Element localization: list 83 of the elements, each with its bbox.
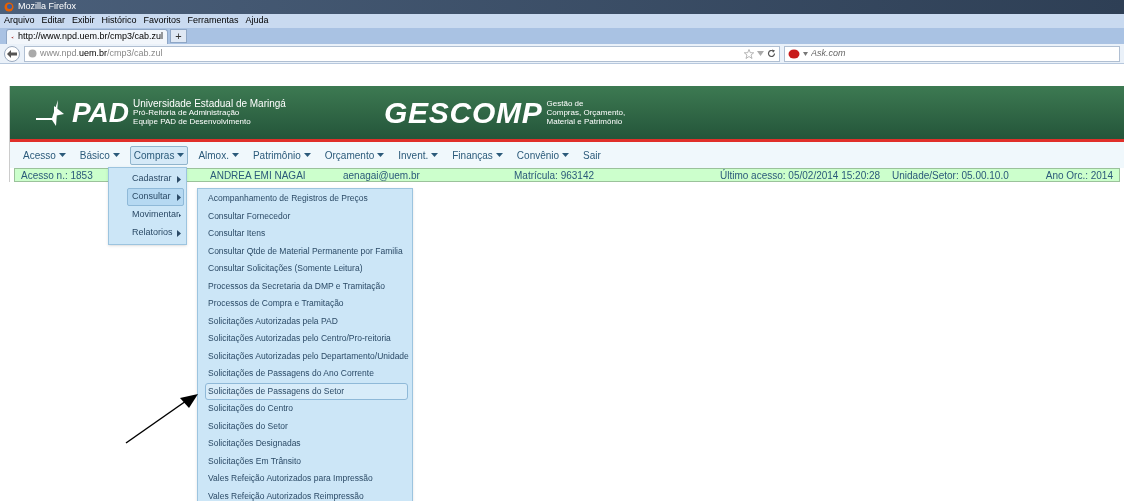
globe-icon bbox=[28, 49, 37, 58]
banner-text: Universidade Estadual de Maringá bbox=[133, 99, 286, 108]
submenu-item[interactable]: Consultar Itens bbox=[205, 225, 408, 243]
menu-item[interactable]: Histórico bbox=[101, 14, 137, 28]
caret-icon bbox=[431, 153, 439, 157]
menu-button[interactable]: Orçamento bbox=[320, 145, 389, 165]
search-input[interactable]: Ask.com bbox=[811, 46, 961, 61]
caret-icon bbox=[231, 153, 239, 157]
caret-right-icon bbox=[177, 193, 181, 201]
info-text: Acesso n.: 1853 bbox=[21, 168, 93, 183]
submenu-item[interactable]: Cadastrar bbox=[127, 170, 184, 188]
menu-item[interactable]: Ajuda bbox=[245, 14, 269, 28]
info-text: aenagai@uem.br bbox=[343, 168, 420, 183]
submenu-item[interactable]: Processos de Compra e Tramitação bbox=[205, 295, 408, 313]
menu-item[interactable]: Editar bbox=[41, 14, 66, 28]
caret-right-icon bbox=[177, 175, 181, 183]
caret-icon bbox=[58, 153, 66, 157]
caret-icon bbox=[177, 153, 185, 157]
submenu-item[interactable]: Solicitações Designadas bbox=[205, 435, 408, 453]
submenu-item[interactable]: Processos da Secretaria da DMP e Tramitação bbox=[205, 277, 408, 295]
submenu-item[interactable]: Acompanhamento de Registros de Preços bbox=[205, 190, 408, 208]
caret-icon bbox=[303, 153, 311, 157]
menu-item[interactable]: Exibir bbox=[72, 14, 95, 28]
menu-item[interactable]: Favoritos bbox=[143, 14, 181, 28]
menu-button[interactable]: Patrimônio bbox=[248, 145, 315, 165]
info-text: Unidade/Setor: 05.00.10.0 bbox=[892, 168, 1009, 183]
window-title: Mozilla Firefox bbox=[18, 0, 76, 14]
ask-logo-icon bbox=[788, 48, 800, 59]
submenu-item[interactable]: Relatorios bbox=[127, 224, 184, 242]
submenu-item[interactable]: Movimentar bbox=[127, 206, 184, 224]
info-text: Ano Orc.: 2014 bbox=[1045, 168, 1113, 183]
info-text: Último acesso: 05/02/2014 15:20:28 bbox=[720, 168, 881, 183]
url-text: www.npd.uem.br/cmp3/cab.zul bbox=[40, 46, 163, 60]
menu-button[interactable]: Invent. bbox=[394, 145, 443, 165]
logo-text: PAD bbox=[72, 98, 130, 127]
info-text: Matrícula: 963142 bbox=[514, 168, 595, 183]
back-arrow-icon bbox=[7, 49, 17, 58]
submenu-item[interactable]: Consultar Qtde de Material Permanente por Familia bbox=[205, 242, 408, 260]
submenu-item[interactable]: Vales Refeição Autorizados Reimpressão bbox=[205, 487, 408, 501]
submenu-item[interactable]: Solicitações Autorizadas pelo Departamento/Unidade bbox=[205, 347, 408, 365]
info-text: ANDREA EMI NAGAI bbox=[210, 168, 306, 183]
back-button[interactable] bbox=[4, 45, 20, 62]
address-field[interactable]: www.npd.uem.br/cmp3/cab.zul bbox=[24, 45, 780, 62]
banner-text: Material e Patrimônio bbox=[546, 117, 624, 126]
menu-button[interactable]: Básico bbox=[75, 145, 124, 165]
menu-item[interactable]: Arquivo bbox=[4, 14, 35, 28]
menu-button[interactable]: Almox. bbox=[194, 145, 243, 165]
banner-text: Compras, Orçamento, bbox=[546, 108, 626, 117]
search-field[interactable]: Ask.com bbox=[784, 45, 1120, 62]
submenu-item[interactable]: Solicitações Autorizadas pelo Centro/Pro-reitoria bbox=[205, 330, 408, 348]
submenu-item[interactable]: Solicitações do Setor bbox=[205, 417, 408, 435]
caret-right-icon bbox=[177, 229, 181, 237]
caret-icon bbox=[112, 153, 120, 157]
banner-text: Gestão de bbox=[546, 99, 585, 108]
submenu-item[interactable]: Vales Refeição Autorizados para Impressão bbox=[205, 470, 408, 488]
submenu-item[interactable]: Consultar bbox=[127, 188, 184, 206]
dropdown-icon[interactable] bbox=[757, 51, 764, 56]
firefox-logo-icon bbox=[4, 2, 14, 12]
banner-text: Equipe PAD de Desenvolvimento bbox=[133, 117, 252, 126]
new-tab-button[interactable]: + bbox=[170, 29, 187, 43]
submenu-item[interactable]: Consultar Solicitações (Somente Leitura) bbox=[205, 260, 408, 278]
submenu-item[interactable]: Solicitações do Centro bbox=[205, 400, 408, 418]
menu-button[interactable]: Compras bbox=[129, 145, 189, 165]
menu-item[interactable]: Ferramentas bbox=[187, 14, 239, 28]
caret-right-icon bbox=[179, 211, 181, 219]
bookmark-star-icon[interactable] bbox=[744, 48, 754, 59]
browser-tab[interactable]: http://www.npd.uem.br/cmp3/cab.zul bbox=[6, 29, 168, 44]
submenu-item[interactable]: Solicitações de Passagens do Setor bbox=[205, 382, 408, 400]
menu-button[interactable]: Finanças bbox=[448, 145, 507, 165]
caret-icon bbox=[562, 153, 570, 157]
menu-button[interactable]: Convênio bbox=[512, 145, 574, 165]
app-name: GESCOMP bbox=[383, 97, 543, 128]
dropdown-icon[interactable] bbox=[803, 51, 808, 56]
submenu-item[interactable]: Solicitações de Passagens do Ano Corrente bbox=[205, 365, 408, 383]
caret-icon bbox=[495, 153, 503, 157]
caret-icon bbox=[377, 153, 385, 157]
reload-icon[interactable] bbox=[767, 49, 776, 58]
submenu-item[interactable]: Solicitações Em Trânsito bbox=[205, 452, 408, 470]
submenu-item[interactable]: Solicitações Autorizadas pela PAD bbox=[205, 312, 408, 330]
menu-button[interactable]: Sair bbox=[579, 145, 605, 165]
banner-text: Pró-Reitoria de Administração bbox=[133, 108, 241, 117]
menu-button[interactable]: Acesso bbox=[19, 145, 70, 165]
submenu-item[interactable]: Consultar Fornecedor bbox=[205, 207, 408, 225]
